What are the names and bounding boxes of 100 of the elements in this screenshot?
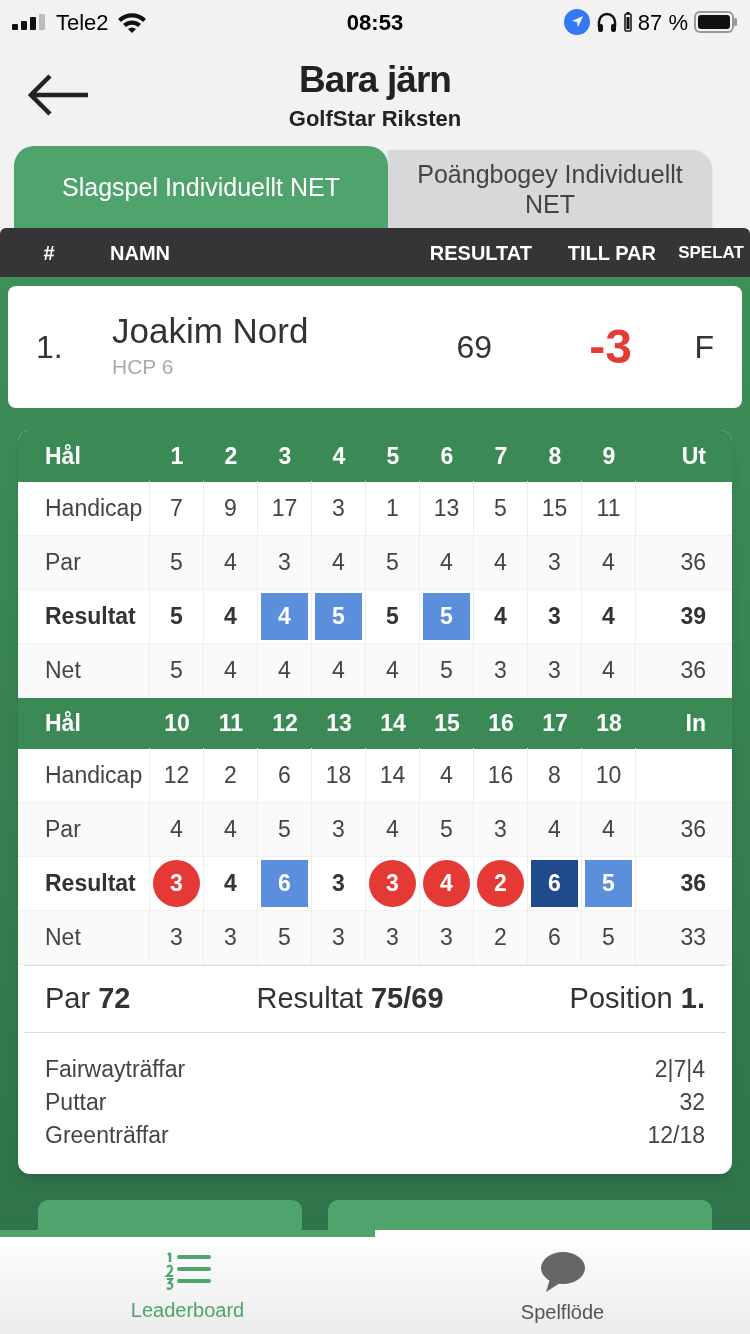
table-cell-text: 3	[278, 547, 291, 577]
score-marker: 5	[315, 592, 362, 640]
hole-header: 11	[217, 708, 245, 738]
page-title: Bara järn	[298, 57, 452, 102]
table-cell-text: 4	[224, 814, 237, 844]
score-marker: 3	[153, 859, 200, 907]
table-cell-text: 5	[170, 547, 183, 577]
score-value: 3	[332, 868, 345, 898]
table-cell-text: 2	[224, 760, 237, 790]
battery-percent: 87 %	[637, 8, 688, 37]
nav-label: Leaderboard	[130, 1298, 245, 1323]
row-label: Par	[18, 802, 150, 857]
clock-time: 08:53	[345, 8, 405, 37]
table-cell-text: 16	[487, 760, 514, 790]
column-header: #	[42, 240, 56, 266]
position-number: 1.	[35, 328, 64, 368]
nav-label: Spelflöde	[520, 1300, 605, 1325]
table-cell-text: 5	[386, 547, 399, 577]
hole-header: Ut	[680, 441, 707, 471]
hole-header: In	[684, 708, 707, 738]
table-cell-text: 8	[548, 760, 561, 790]
hole-header: 3	[277, 441, 293, 471]
table-cell-text: 5	[440, 814, 453, 844]
hole-header: 10	[163, 708, 191, 738]
hole-header: 17	[541, 708, 569, 738]
battery-icon	[694, 11, 738, 33]
table-cell-text: 13	[433, 493, 460, 523]
hole-header: 14	[379, 708, 407, 738]
hole-header: 2	[223, 441, 239, 471]
tab[interactable]: Poängbogey Individuellt NET	[388, 150, 712, 228]
table-cell-text: 3	[332, 922, 345, 952]
hole-header: 16	[487, 708, 515, 738]
table-cell-text: 4	[386, 655, 399, 685]
table-cell-text: 4	[440, 760, 453, 790]
total-cell: 36	[680, 815, 706, 842]
score-value: 5	[386, 601, 399, 631]
table-cell-text: 5	[278, 922, 291, 952]
speech-bubble-icon	[539, 1251, 586, 1293]
table-cell-text: 3	[332, 493, 345, 523]
table-cell-text: 4	[332, 655, 345, 685]
score-value: 4	[224, 868, 237, 898]
table-cell-text: 7	[170, 493, 183, 523]
row-label: Resultat	[18, 856, 150, 911]
location-icon	[563, 9, 590, 35]
score-marker: 3	[369, 859, 416, 907]
summary-text: Resultat 75/69	[256, 981, 444, 1017]
score-value: 5	[170, 601, 183, 631]
table-cell-text: 3	[332, 814, 345, 844]
table-cell-text: 10	[595, 760, 622, 790]
score-value: 4	[494, 601, 507, 631]
column-header: TILL PAR	[566, 240, 656, 266]
stat-value: 2|7|4	[654, 1055, 705, 1084]
table-cell-text: 3	[440, 922, 453, 952]
table-cell-text: 4	[602, 655, 615, 685]
hole-header: 12	[271, 708, 299, 738]
table-cell-text: 17	[271, 493, 298, 523]
score-value: 4	[602, 601, 615, 631]
table-cell-text: 3	[548, 655, 561, 685]
total-cell: 33	[680, 923, 706, 950]
table-cell-text: 3	[170, 922, 183, 952]
table-cell-text: 14	[379, 760, 406, 790]
table-cell-text: 3	[386, 922, 399, 952]
score-marker: 5	[423, 592, 470, 640]
table-cell-text: 3	[494, 814, 507, 844]
column-header: NAMN	[109, 240, 171, 266]
stat-value: 12/18	[647, 1121, 705, 1150]
stat-label: Fairwayträffar	[45, 1055, 186, 1084]
table-cell-text: 5	[602, 922, 615, 952]
to-par-value: -3	[588, 319, 632, 376]
table-cell-text: 12	[163, 760, 190, 790]
hole-header: 5	[385, 441, 401, 471]
table-cell-text: 9	[224, 493, 237, 523]
row-label: Net	[18, 910, 150, 965]
table-cell-text: 3	[548, 547, 561, 577]
table-cell-text: 18	[325, 760, 352, 790]
row-label: Net	[18, 643, 150, 698]
hole-header: Hål	[44, 441, 82, 471]
player-name: Joakim Nord	[112, 311, 310, 352]
table-cell-text: 5	[278, 814, 291, 844]
total-cell: 36	[680, 548, 706, 575]
numbered-list-icon	[163, 1251, 212, 1291]
table-cell-text: 6	[278, 760, 291, 790]
table-cell-text: 4	[224, 547, 237, 577]
table-cell-text: 5	[440, 655, 453, 685]
headphones-icon	[595, 11, 618, 33]
score-value: 4	[224, 601, 237, 631]
stat-label: Greenträffar	[45, 1121, 169, 1150]
table-cell-text: 1	[386, 493, 399, 523]
back-arrow-icon[interactable]	[28, 73, 90, 117]
table-cell-text: 15	[541, 493, 568, 523]
row-label: Handicap	[18, 748, 150, 803]
table-cell-text: 5	[494, 493, 507, 523]
table-cell-text: 3	[224, 922, 237, 952]
score-marker: 6	[261, 859, 308, 907]
score-marker: 2	[477, 859, 524, 907]
table-cell-text: 2	[494, 922, 507, 952]
nav-tab[interactable]: Spelflöde	[375, 1230, 750, 1334]
table-cell-text: 4	[440, 547, 453, 577]
result-value: 69	[455, 328, 492, 368]
total-cell: 39	[680, 602, 706, 629]
